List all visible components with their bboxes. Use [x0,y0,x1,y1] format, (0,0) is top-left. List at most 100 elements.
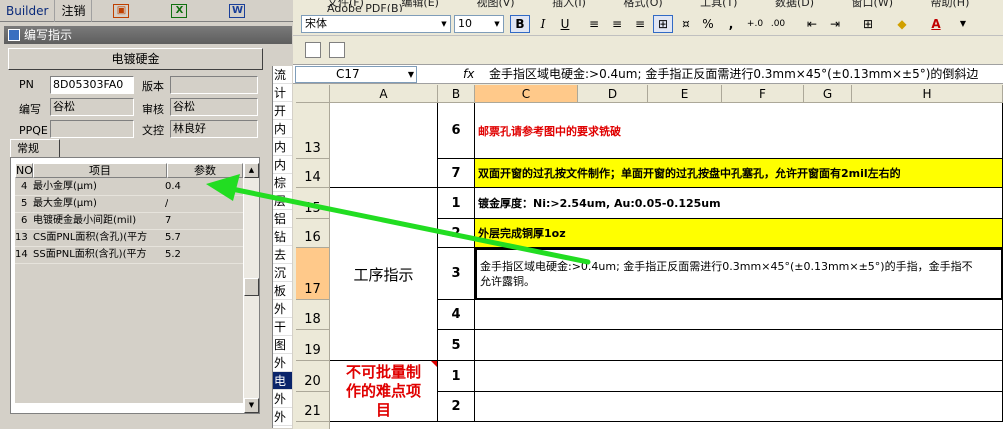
toolbar-options-icon[interactable]: ▼ [953,15,973,33]
process-item[interactable]: 内 [273,120,292,138]
row-header-18[interactable]: 18 [296,300,330,330]
process-item[interactable]: 棕 [273,174,292,192]
process-item[interactable]: 沉 [273,264,292,282]
cell-b16[interactable]: 2 [438,219,475,248]
column-header-b[interactable]: B [438,85,475,103]
align-right-icon[interactable]: ≡ [630,15,650,33]
merge-center-icon[interactable]: ⊞ [653,15,673,33]
cell-c13[interactable]: 邮票孔请参考图中的要求铣破 [475,103,1003,159]
grid-scrollbar[interactable]: ▲ ▼ [244,163,259,413]
menu-window[interactable]: 窗口(W) [852,0,893,9]
word-icon[interactable]: W [226,2,248,20]
menu-format[interactable]: 格式(O) [623,0,662,9]
process-item[interactable]: 钻 [273,228,292,246]
process-item[interactable]: 计 [273,84,292,102]
pn-field[interactable]: 8D05303FA0 [50,76,134,94]
formula-input[interactable]: 金手指区域电硬金:>0.4um; 金手指正反面需进行0.3mm×45°(±0.1… [489,66,1003,83]
name-box[interactable]: C17 ▼ [295,66,417,83]
builder-menu[interactable]: Builder [0,0,56,22]
ppqe-field[interactable] [50,120,134,138]
process-item[interactable]: 外 [273,408,292,426]
cell-b19[interactable]: 5 [438,330,475,361]
grid-row[interactable]: 13 CS面PNL面积(含孔)(平方 5.7 [15,230,243,247]
process-item[interactable]: 内 [273,156,292,174]
underline-button[interactable]: U [555,15,575,33]
decrease-decimal-icon[interactable]: .00 [768,15,788,33]
process-instruction-cell[interactable]: 工序指示 [330,188,438,361]
process-item[interactable]: 外 [273,390,292,408]
tab-general[interactable]: 常规 [10,139,60,157]
version-field[interactable] [170,76,258,94]
row-header-16[interactable]: 16 [296,219,330,248]
cell-c15[interactable]: 镀金厚度：Ni:>2.54um, Au:0.05-0.125um [475,188,1003,219]
menu-tools[interactable]: 工具(T) [700,0,737,9]
bold-button[interactable]: B [510,15,530,33]
currency-icon[interactable]: ¤ [676,15,696,33]
cell-b20[interactable]: 1 [438,361,475,392]
align-left-icon[interactable]: ≡ [584,15,604,33]
powerpoint-icon[interactable]: ▣ [110,2,132,20]
column-header-f[interactable]: F [722,85,804,103]
grid-row[interactable]: 5 最大金厚(μm) / [15,196,243,213]
grid-row[interactable]: 6 电镀硬金最小间距(mil) 7 [15,213,243,230]
grid-row[interactable]: 4 最小金厚(μm) 0.4 [15,179,243,196]
logout-button[interactable]: 注销 [55,0,93,22]
percent-button[interactable]: % [698,15,718,33]
pdf-email-icon[interactable] [329,42,345,58]
column-header-e[interactable]: E [648,85,722,103]
fill-color-icon[interactable]: ◆ [892,15,912,33]
author-field[interactable]: 谷松 [50,98,134,116]
column-header-g[interactable]: G [804,85,852,103]
process-item[interactable]: 铝 [273,210,292,228]
cell-c17-active[interactable]: 金手指区域电硬金:>0.4um; 金手指正反面需进行0.3mm×45°(±0.1… [475,248,1003,300]
scroll-thumb[interactable] [244,278,259,296]
font-color-icon[interactable]: A [926,15,946,33]
doc-control-field[interactable]: 林良好 [170,120,258,138]
difficulty-items-cell[interactable]: 不可批量制作的难点项目 [330,361,438,422]
align-center-icon[interactable]: ≡ [607,15,627,33]
process-item[interactable]: 外 [273,300,292,318]
borders-icon[interactable]: ⊞ [858,15,878,33]
cell-c19[interactable] [475,330,1003,361]
reviewer-field[interactable]: 谷松 [170,98,258,116]
scroll-up-icon[interactable]: ▲ [244,163,259,178]
process-item[interactable]: 外 [273,354,292,372]
row-header-13[interactable]: 13 [296,103,330,159]
fx-icon[interactable]: fx [463,66,474,83]
row-header-19[interactable]: 19 [296,330,330,361]
row-header-14[interactable]: 14 [296,159,330,188]
cell-c21[interactable] [475,392,1003,422]
cell-b13[interactable]: 6 [438,103,475,159]
process-item[interactable]: 干 [273,318,292,336]
column-header-d[interactable]: D [578,85,648,103]
row-header-17[interactable]: 17 [296,248,330,300]
cell-c20[interactable] [475,361,1003,392]
cell-b14[interactable]: 7 [438,159,475,188]
cell-b18[interactable]: 4 [438,300,475,330]
cell-c16[interactable]: 外层完成铜厚1oz [475,219,1003,248]
excel-icon[interactable]: X [168,2,190,20]
increase-indent-icon[interactable]: ⇥ [825,15,845,33]
column-header-h[interactable]: H [852,85,1003,103]
plating-hard-gold-button[interactable]: 电镀硬金 [8,48,263,70]
menu-help[interactable]: 帮助(H) [931,0,970,9]
menu-insert[interactable]: 插入(I) [552,0,586,9]
menu-adobe-pdf[interactable]: Adobe PDF(B) [327,2,403,12]
row-header-21[interactable]: 21 [296,392,330,422]
cell-a13-a14[interactable] [330,103,438,188]
italic-button[interactable]: I [533,15,553,33]
increase-decimal-icon[interactable]: +.0 [745,15,765,33]
cell-c14[interactable]: 双面开窗的过孔按文件制作；单面开窗的过孔按盘中孔塞孔，允许开窗面有2mil左右的 [475,159,1003,188]
cell-b17[interactable]: 3 [438,248,475,300]
pdf-convert-icon[interactable] [305,42,321,58]
row-header-15[interactable]: 15 [296,188,330,219]
process-item[interactable]: 层 [273,192,292,210]
cell-b21[interactable]: 2 [438,392,475,422]
column-header-a[interactable]: A [330,85,438,103]
decrease-indent-icon[interactable]: ⇤ [802,15,822,33]
process-item[interactable]: 去 [273,246,292,264]
scroll-down-icon[interactable]: ▼ [244,398,259,413]
process-item[interactable]: 板 [273,282,292,300]
comma-button[interactable]: , [721,15,741,33]
select-all-corner[interactable] [296,85,330,103]
